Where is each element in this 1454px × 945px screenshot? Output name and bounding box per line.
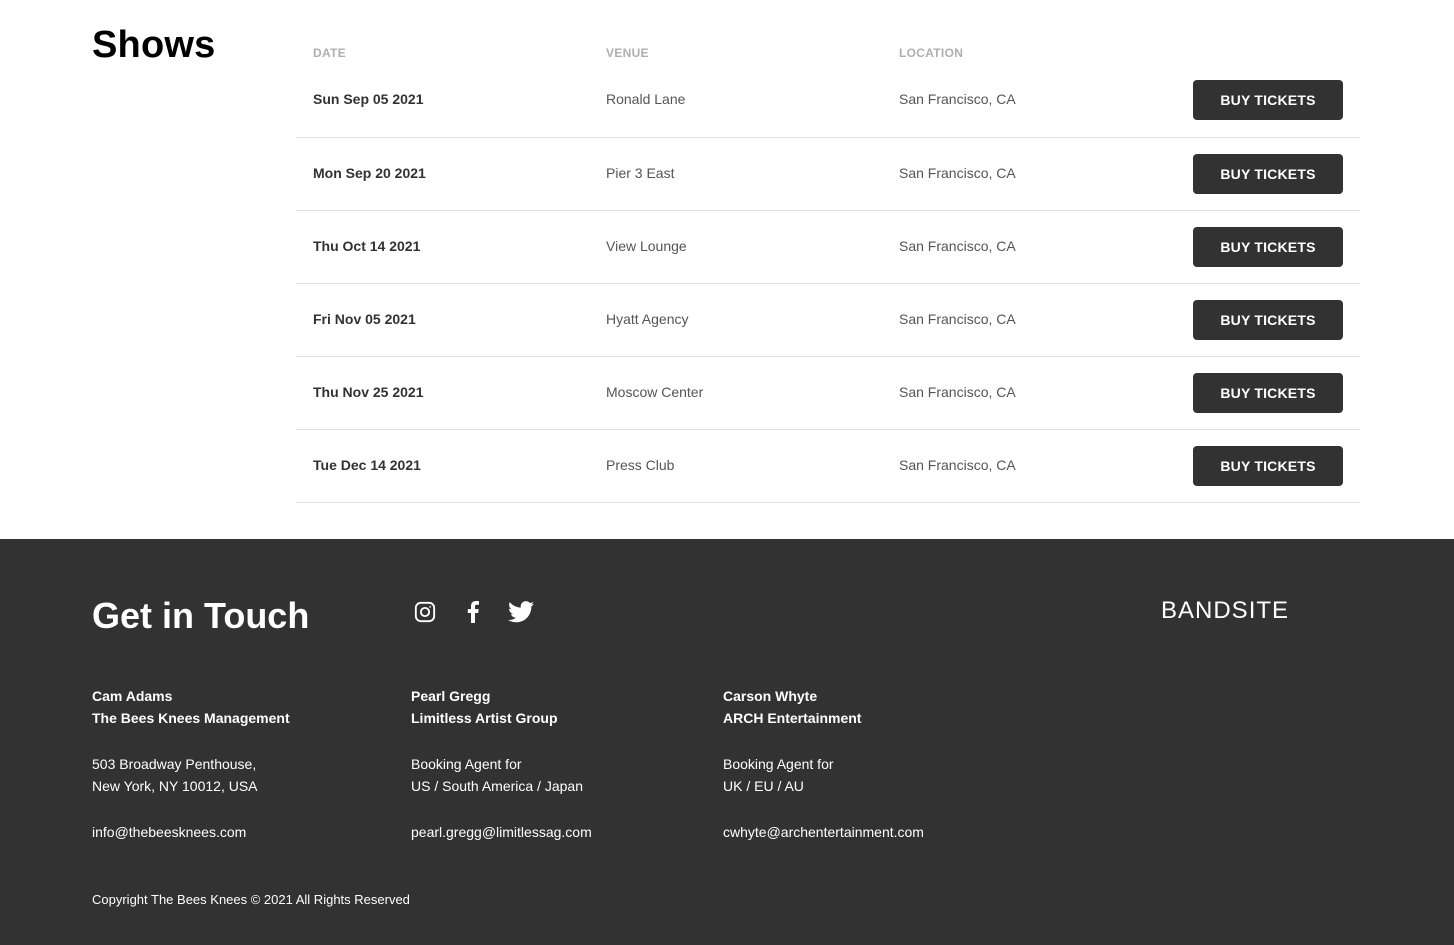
contact-org: Limitless Artist Group: [411, 710, 558, 726]
contact-email-link[interactable]: info@thebeesknees.com: [92, 821, 290, 843]
show-date: Fri Nov 05 2021: [313, 311, 416, 327]
shows-table: DATE VENUE LOCATION Sun Sep 05 2021 Rona…: [296, 0, 1360, 503]
contact-line: US / South America / Japan: [411, 778, 583, 794]
contact-name: Carson Whyte: [723, 688, 818, 704]
facebook-icon[interactable]: [460, 599, 486, 625]
bandsite-logo[interactable]: BANDSITE: [1161, 597, 1289, 625]
contact-block: Pearl Gregg Limitless Artist Group Booki…: [411, 685, 592, 843]
header-date: DATE: [313, 46, 346, 60]
show-location: San Francisco, CA: [899, 91, 1016, 107]
show-date: Thu Nov 25 2021: [313, 384, 424, 400]
show-row: Fri Nov 05 2021 Hyatt Agency San Francis…: [296, 284, 1360, 357]
show-location: San Francisco, CA: [899, 311, 1016, 327]
copyright-text: Copyright The Bees Knees © 2021 All Righ…: [92, 892, 410, 907]
contact-line: UK / EU / AU: [723, 778, 804, 794]
show-venue: Hyatt Agency: [606, 311, 689, 327]
contact-org: ARCH Entertainment: [723, 710, 862, 726]
contact-name: Cam Adams: [92, 688, 173, 704]
show-date: Sun Sep 05 2021: [313, 91, 424, 107]
instagram-icon[interactable]: [412, 599, 438, 625]
shows-table-header: DATE VENUE LOCATION: [296, 0, 1360, 64]
contact-line: Booking Agent for: [411, 756, 522, 772]
show-row: Tue Dec 14 2021 Press Club San Francisco…: [296, 430, 1360, 503]
show-venue: Moscow Center: [606, 384, 704, 400]
contact-org: The Bees Knees Management: [92, 710, 290, 726]
show-date: Mon Sep 20 2021: [313, 165, 426, 181]
footer-title: Get in Touch: [92, 595, 310, 636]
contact-email-link[interactable]: pearl.gregg@limitlessag.com: [411, 821, 592, 843]
show-venue: Press Club: [606, 457, 675, 473]
show-row: Thu Oct 14 2021 View Lounge San Francisc…: [296, 211, 1360, 284]
contact-email-link[interactable]: cwhyte@archentertainment.com: [723, 821, 924, 843]
show-venue: View Lounge: [606, 238, 687, 254]
show-location: San Francisco, CA: [899, 238, 1016, 254]
show-date: Thu Oct 14 2021: [313, 238, 421, 254]
contact-line: Booking Agent for: [723, 756, 834, 772]
show-venue: Pier 3 East: [606, 165, 675, 181]
shows-title: Shows: [92, 24, 216, 66]
contact-name: Pearl Gregg: [411, 688, 491, 704]
contact-block: Cam Adams The Bees Knees Management 503 …: [92, 685, 290, 843]
buy-tickets-button[interactable]: BUY TICKETS: [1193, 154, 1343, 194]
footer: Get in Touch BANDSITE Cam Adams The Bees…: [0, 539, 1454, 945]
shows-section: Shows DATE VENUE LOCATION Sun Sep 05 202…: [0, 0, 1454, 539]
buy-tickets-button[interactable]: BUY TICKETS: [1193, 373, 1343, 413]
show-location: San Francisco, CA: [899, 457, 1016, 473]
show-row: Mon Sep 20 2021 Pier 3 East San Francisc…: [296, 138, 1360, 211]
show-location: San Francisco, CA: [899, 165, 1016, 181]
contact-line: 503 Broadway Penthouse,: [92, 756, 257, 772]
twitter-icon[interactable]: [508, 599, 534, 625]
show-date: Tue Dec 14 2021: [313, 457, 421, 473]
contact-block: Carson Whyte ARCH Entertainment Booking …: [723, 685, 924, 843]
show-row: Sun Sep 05 2021 Ronald Lane San Francisc…: [296, 64, 1360, 138]
show-venue: Ronald Lane: [606, 91, 686, 107]
buy-tickets-button[interactable]: BUY TICKETS: [1193, 227, 1343, 267]
header-venue: VENUE: [606, 46, 649, 60]
contact-line: New York, NY 10012, USA: [92, 778, 258, 794]
buy-tickets-button[interactable]: BUY TICKETS: [1193, 446, 1343, 486]
show-location: San Francisco, CA: [899, 384, 1016, 400]
buy-tickets-button[interactable]: BUY TICKETS: [1193, 300, 1343, 340]
header-location: LOCATION: [899, 46, 964, 60]
buy-tickets-button[interactable]: BUY TICKETS: [1193, 80, 1343, 120]
show-row: Thu Nov 25 2021 Moscow Center San Franci…: [296, 357, 1360, 430]
